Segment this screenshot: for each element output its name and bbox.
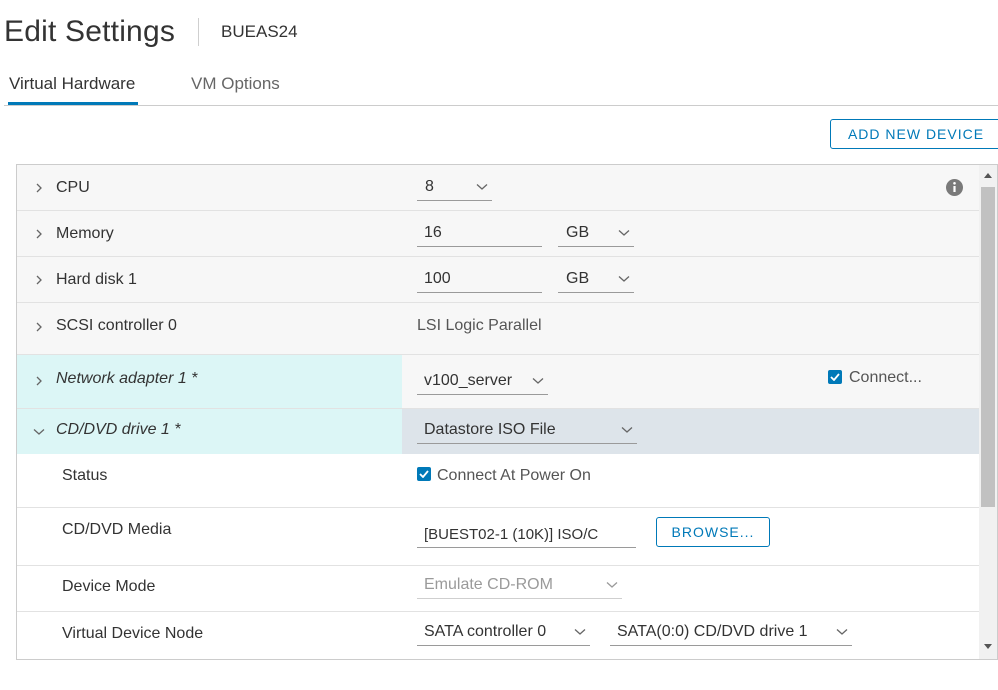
device-mode-label: Device Mode (62, 578, 156, 595)
device-mode-value: Emulate CD-ROM (424, 576, 553, 593)
vm-name: BUEAS24 (221, 22, 298, 41)
memory-label: Memory (56, 225, 114, 242)
chevron-right-icon[interactable] (33, 182, 45, 194)
hard-disk-value: 100 (424, 270, 451, 287)
media-value: [BUEST02-1 (10K)] ISO/C (424, 525, 599, 543)
chevron-down-icon (618, 275, 630, 283)
tab-vm-options[interactable]: VM Options (191, 74, 280, 105)
media-label: CD/DVD Media (62, 521, 172, 538)
chevron-down-icon (532, 377, 544, 385)
browse-button[interactable]: BROWSE... (656, 517, 770, 547)
hardware-panel: CPU 8 Memory 16 GB Hard disk 1 100 GB SC… (16, 164, 998, 660)
tab-bar: Virtual Hardware VM Options (4, 68, 998, 106)
chevron-right-icon[interactable] (33, 228, 45, 240)
title-divider (198, 18, 200, 46)
cpu-value: 8 (425, 178, 434, 195)
connect-label[interactable]: Connect... (849, 369, 922, 387)
cddvd-media-row: CD/DVD Media [BUEST02-1 (10K)] ISO/C BRO… (17, 508, 979, 566)
hard-disk-unit-select[interactable]: GB (558, 266, 634, 293)
vdn-label: Virtual Device Node (62, 625, 204, 642)
cddvd-row: CD/DVD drive 1 * Datastore ISO File (17, 409, 979, 454)
chevron-down-icon[interactable] (33, 426, 45, 438)
vdn-controller-value: SATA controller 0 (424, 623, 547, 640)
page-header: Edit Settings BUEAS24 (4, 12, 298, 52)
network-select[interactable]: v100_server (417, 368, 548, 395)
page-title: Edit Settings (4, 15, 176, 48)
scrollbar-thumb[interactable] (981, 187, 995, 507)
cddvd-label: CD/DVD drive 1 * (56, 421, 181, 438)
add-new-device-button[interactable]: ADD NEW DEVICE (830, 119, 998, 149)
cddvd-type-value: Datastore ISO File (424, 421, 556, 438)
chevron-right-icon[interactable] (33, 375, 45, 387)
cpu-row: CPU 8 (17, 165, 979, 211)
scsi-row: SCSI controller 0 LSI Logic Parallel (17, 303, 979, 355)
hard-disk-input[interactable]: 100 (417, 266, 542, 293)
memory-unit: GB (566, 224, 590, 241)
chevron-down-icon (606, 581, 618, 589)
vdn-controller-select[interactable]: SATA controller 0 (417, 619, 590, 646)
vdn-node-value: SATA(0:0) CD/DVD drive 1 (617, 623, 808, 640)
memory-unit-select[interactable]: GB (558, 220, 634, 247)
chevron-down-icon (574, 628, 586, 636)
hard-disk-label: Hard disk 1 (56, 271, 137, 288)
chevron-right-icon[interactable] (33, 321, 45, 333)
network-label: Network adapter 1 * (56, 370, 198, 387)
chevron-down-icon (621, 426, 633, 434)
cddvd-status-row: Status Connect At Power On (17, 454, 979, 508)
cpu-select[interactable]: 8 (417, 174, 492, 201)
cpu-label: CPU (56, 179, 90, 196)
info-icon[interactable] (945, 178, 964, 197)
device-mode-select: Emulate CD-ROM (417, 572, 622, 599)
connect-checkbox[interactable] (828, 370, 842, 384)
chevron-down-icon (476, 183, 488, 191)
connect-at-power-on-checkbox[interactable] (417, 467, 431, 481)
status-label: Status (62, 467, 108, 484)
vertical-scrollbar[interactable] (979, 165, 997, 659)
device-mode-row: Device Mode Emulate CD-ROM (17, 566, 979, 612)
scsi-label: SCSI controller 0 (56, 317, 177, 334)
hardware-list: CPU 8 Memory 16 GB Hard disk 1 100 GB SC… (17, 165, 979, 658)
memory-input[interactable]: 16 (417, 220, 542, 247)
connect-at-power-on-label[interactable]: Connect At Power On (437, 467, 591, 485)
network-row: Network adapter 1 * v100_server Connect.… (17, 355, 979, 409)
media-input[interactable]: [BUEST02-1 (10K)] ISO/C (417, 521, 636, 548)
vdn-row: Virtual Device Node SATA controller 0 SA… (17, 612, 979, 658)
hard-disk-unit: GB (566, 270, 590, 287)
scroll-up-arrow-icon[interactable] (984, 172, 992, 178)
chevron-right-icon[interactable] (33, 274, 45, 286)
scsi-value: LSI Logic Parallel (417, 317, 542, 334)
network-value: v100_server (424, 372, 513, 389)
memory-row: Memory 16 GB (17, 211, 979, 257)
scroll-down-arrow-icon[interactable] (984, 644, 992, 650)
chevron-down-icon (618, 229, 630, 237)
memory-value: 16 (424, 224, 442, 241)
chevron-down-icon (836, 628, 848, 636)
hard-disk-row: Hard disk 1 100 GB (17, 257, 979, 303)
cddvd-type-select[interactable]: Datastore ISO File (417, 417, 637, 444)
vdn-node-select[interactable]: SATA(0:0) CD/DVD drive 1 (610, 619, 852, 646)
tab-virtual-hardware[interactable]: Virtual Hardware (8, 74, 139, 105)
